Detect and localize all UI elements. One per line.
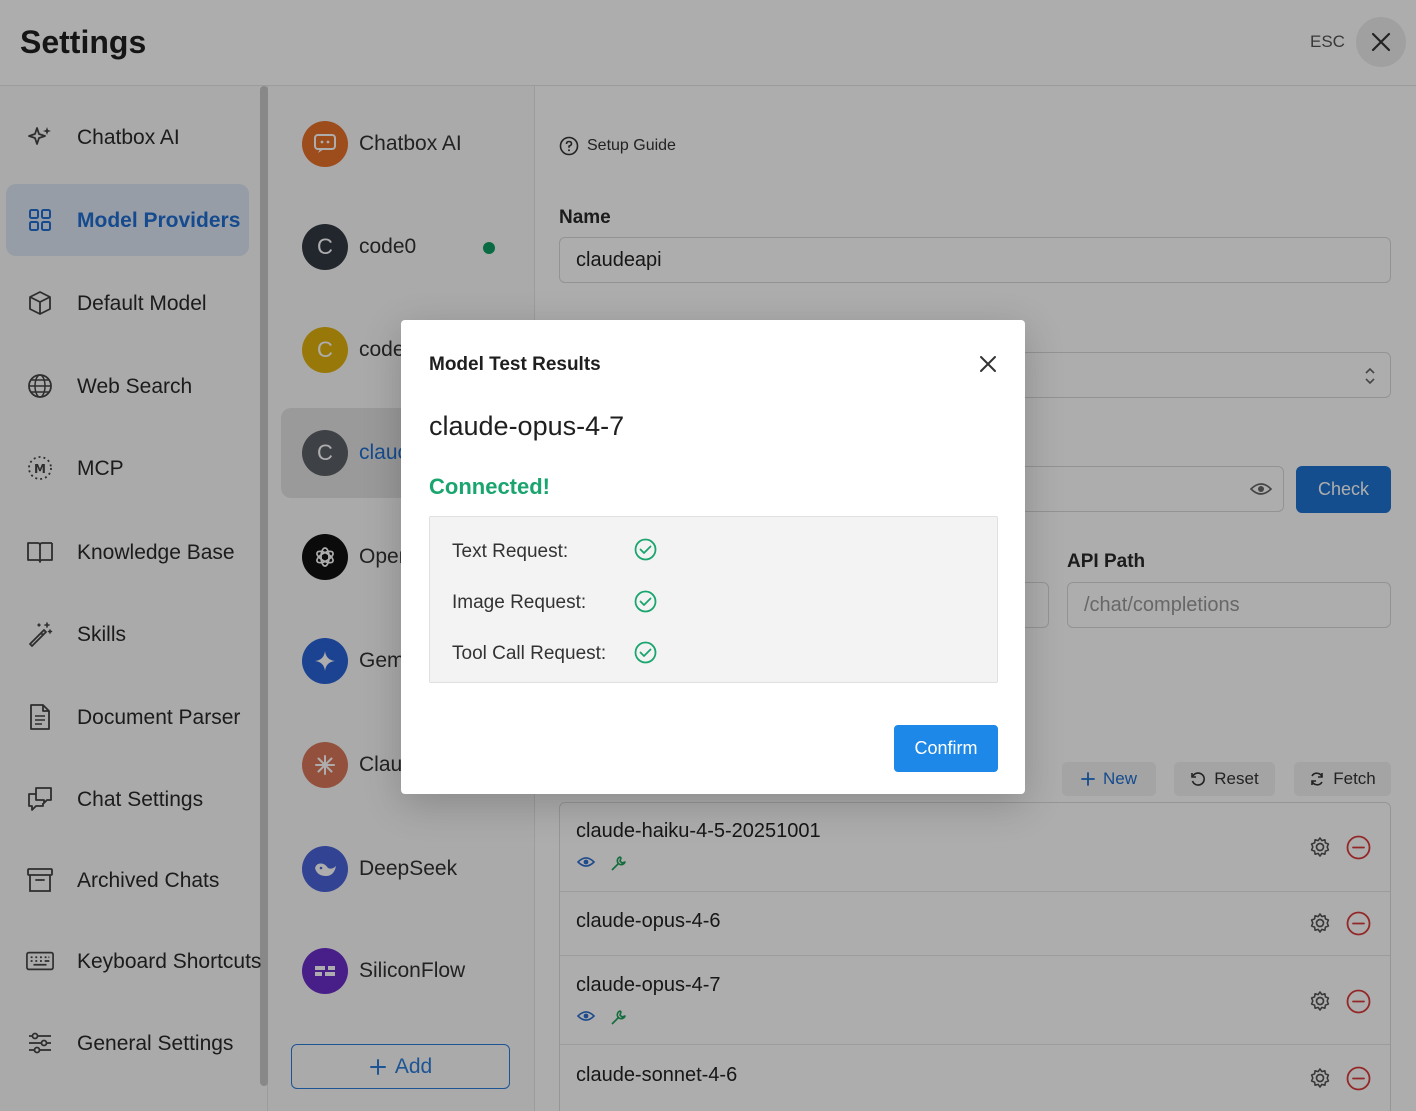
model-test-results-dialog: Model Test Results claude-opus-4-7 Conne… [401,320,1025,794]
test-results-box: Text Request: Image Request: Tool Call R… [429,516,998,683]
dialog-title: Model Test Results [429,354,601,375]
check-circle-icon [634,538,657,561]
tool-call-request-label: Tool Call Request: [452,643,607,664]
confirm-button[interactable]: Confirm [894,725,998,772]
close-icon [980,356,996,372]
text-request-label: Text Request: [452,541,569,562]
image-request-label: Image Request: [452,592,587,613]
dialog-close-button[interactable] [975,351,1001,377]
tested-model-name: claude-opus-4-7 [429,411,625,441]
check-circle-icon [634,641,657,664]
connection-status: Connected! [429,474,550,499]
check-circle-icon [634,590,657,613]
